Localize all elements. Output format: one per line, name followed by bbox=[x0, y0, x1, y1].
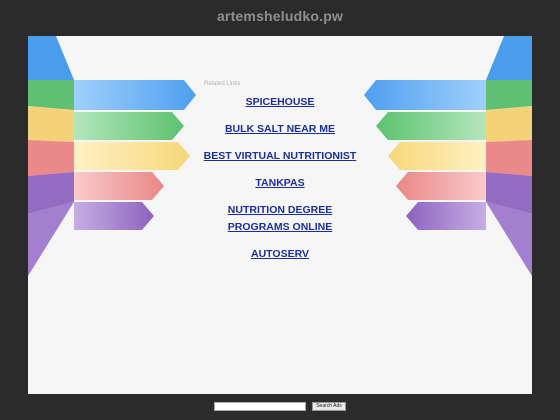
link-best-virtual-nutritionist[interactable]: BEST VIRTUAL NUTRITIONIST bbox=[198, 148, 362, 165]
search-bar: Search Ads bbox=[0, 402, 560, 411]
content-panel: Related Links SPICEHOUSE BULK SALT NEAR … bbox=[28, 36, 532, 394]
link-bulk-salt-near-me[interactable]: BULK SALT NEAR ME bbox=[198, 121, 362, 138]
link-nutrition-degree-programs-online[interactable]: NUTRITION DEGREE PROGRAMS ONLINE bbox=[198, 202, 362, 236]
domain-title: artemsheludko.pw bbox=[216, 8, 344, 24]
related-links-label: Related Links bbox=[204, 81, 241, 87]
link-tankpas[interactable]: TANKPAS bbox=[198, 175, 362, 192]
search-ads-button[interactable]: Search Ads bbox=[312, 402, 346, 411]
link-autoserv[interactable]: AUTOSERV bbox=[198, 246, 362, 263]
link-spicehouse[interactable]: SPICEHOUSE bbox=[198, 94, 362, 111]
related-links-list: SPICEHOUSE BULK SALT NEAR ME BEST VIRTUA… bbox=[198, 94, 362, 273]
search-input[interactable] bbox=[214, 402, 307, 411]
